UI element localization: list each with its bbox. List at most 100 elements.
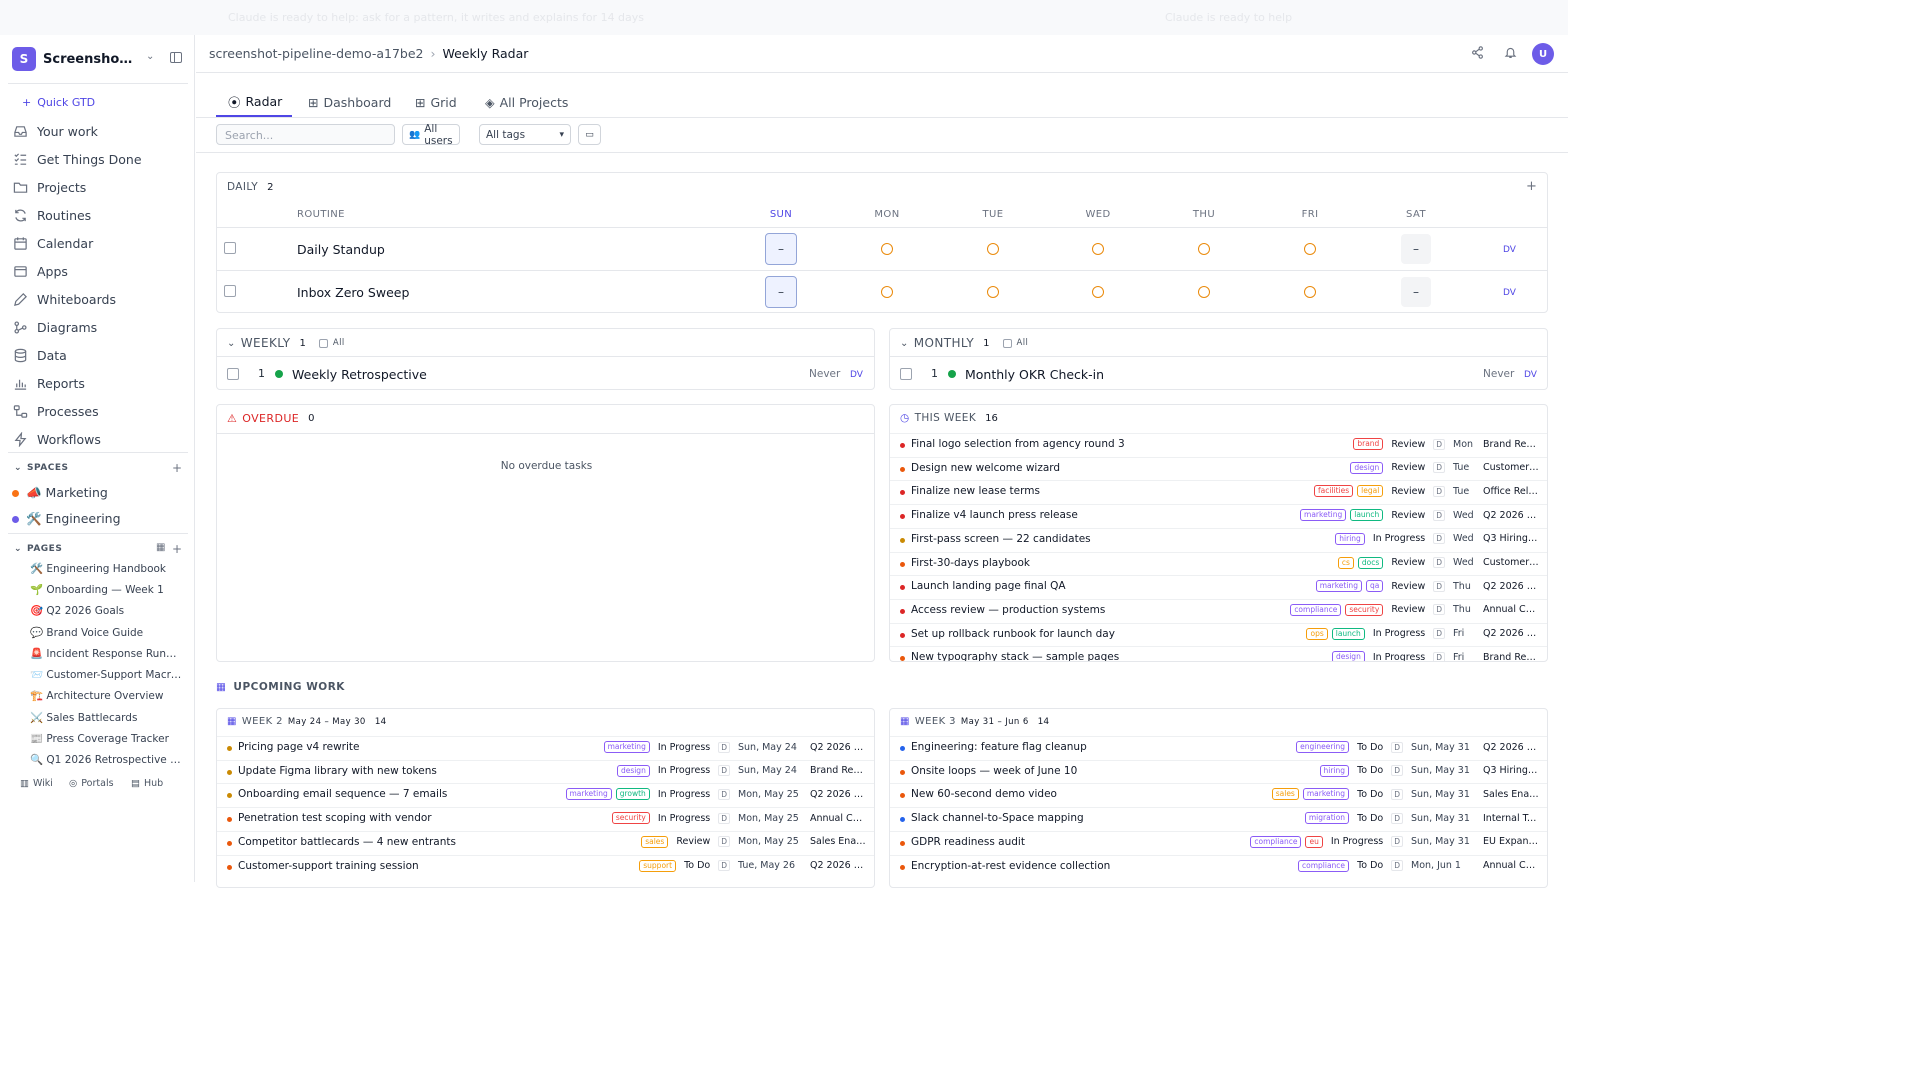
tag-badge[interactable]: qa <box>1365 580 1384 593</box>
day-cell-wed[interactable] <box>1092 286 1104 298</box>
nav-calendar[interactable]: Calendar <box>12 231 188 255</box>
status-label[interactable]: In Progress <box>658 813 710 824</box>
task-row[interactable]: Penetration test scoping with vendor secu… <box>217 807 874 831</box>
tag-badge[interactable]: legal <box>1357 485 1384 498</box>
status-label[interactable]: Review <box>676 836 710 847</box>
sidebar-toggle-icon[interactable] <box>170 52 182 63</box>
status-label[interactable]: To Do <box>1357 765 1383 776</box>
task-row[interactable]: Onsite loops — week of June 10 hiring To D… <box>890 759 1547 784</box>
task-title[interactable]: Launch landing page final QA <box>911 580 1066 592</box>
task-row[interactable]: Access review — production systems compli… <box>890 598 1547 623</box>
day-cell-fri[interactable] <box>1304 286 1316 298</box>
task-title[interactable]: Onsite loops — week of June 10 <box>911 765 1077 777</box>
day-cell-wed[interactable] <box>1092 243 1104 255</box>
tag-badge[interactable]: compliance <box>1298 859 1350 872</box>
avatar[interactable]: U <box>1532 43 1554 65</box>
task-title[interactable]: GDPR readiness audit <box>911 836 1025 848</box>
project-name[interactable]: Q3 Hiring ... <box>1483 533 1539 544</box>
tag-badge[interactable]: compliance <box>1250 835 1302 848</box>
day-cell-mon[interactable] <box>881 243 893 255</box>
routine-checkbox[interactable] <box>227 368 239 380</box>
task-row[interactable]: Update Figma library with new tokens desi… <box>217 759 874 784</box>
nav-projects[interactable]: Projects <box>12 175 188 199</box>
tab-all-projects[interactable]: ◈ All Projects <box>485 87 568 117</box>
task-title[interactable]: Design new welcome wizard <box>911 462 1060 474</box>
project-name[interactable]: Customer O... <box>1483 462 1539 473</box>
tag-badge[interactable]: ops <box>1306 627 1328 640</box>
tag-badge[interactable]: brand <box>1353 438 1384 450</box>
assignee-initial[interactable]: D <box>1433 533 1445 545</box>
task-row[interactable]: GDPR readiness audit compliance eu In Progr… <box>890 830 1547 855</box>
add-routine-button[interactable]: + <box>1526 179 1537 194</box>
assignee-initial[interactable]: D <box>1433 485 1445 497</box>
status-label[interactable]: In Progress <box>658 789 710 800</box>
day-cell-sun[interactable]: – <box>765 276 797 308</box>
tags-select[interactable]: All tags ▾ <box>479 124 571 145</box>
nav-whiteboards[interactable]: Whiteboards <box>12 287 188 311</box>
tag-badge[interactable]: compliance <box>1290 603 1342 616</box>
tag-badge[interactable]: security <box>1345 603 1384 616</box>
assignee-initial[interactable]: D <box>1433 651 1445 661</box>
day-cell-mon[interactable] <box>881 286 893 298</box>
tab-grid[interactable]: ⊞ Grid <box>415 87 457 117</box>
breadcrumb-project[interactable]: screenshot-pipeline-demo-a17be2 <box>209 46 423 61</box>
tag-badge[interactable]: eu <box>1305 835 1323 848</box>
task-row[interactable]: Pricing page v4 rewrite marketing In Progr… <box>217 736 874 760</box>
page-item[interactable]: 📰 Press Coverage Tracker <box>30 732 182 745</box>
nav-routines[interactable]: Routines <box>12 203 188 227</box>
task-title[interactable]: Penetration test scoping with vendor <box>238 812 432 824</box>
day-cell-sun[interactable]: – <box>765 233 797 265</box>
task-row[interactable]: Engineering: feature flag cleanup enginee… <box>890 736 1547 760</box>
project-name[interactable]: Office Reloc... <box>1483 486 1539 497</box>
share-icon[interactable] <box>1471 46 1484 63</box>
page-item[interactable]: 📨 Customer-Support Macros <box>30 668 182 681</box>
task-title[interactable]: Competitor battlecards — 4 new entrants <box>238 836 456 848</box>
routine-checkbox[interactable] <box>224 242 236 254</box>
assignee-initial[interactable]: D <box>1433 557 1445 568</box>
tag-badge[interactable]: security <box>611 812 650 825</box>
task-row[interactable]: First-30-days playbook cs docs Review D Wed Cu… <box>890 551 1547 576</box>
task-title[interactable]: First-30-days playbook <box>911 557 1030 569</box>
page-item[interactable]: 🎯 Q2 2026 Goals <box>30 604 182 617</box>
tag-badge[interactable]: launch <box>1331 627 1365 640</box>
project-name[interactable]: Brand Refre... <box>810 765 866 776</box>
routine-checkbox[interactable] <box>900 368 912 380</box>
space-marketing[interactable]: 📣 Marketing <box>12 485 108 501</box>
page-item[interactable]: 🏗️ Architecture Overview <box>30 689 182 702</box>
assignee-badge[interactable]: DV <box>1503 245 1516 255</box>
status-label[interactable]: In Progress <box>658 742 710 753</box>
assignee-initial[interactable]: D <box>1391 836 1403 848</box>
tag-badge[interactable]: hiring <box>1335 532 1365 545</box>
banner-link[interactable]: Claude is ready to help <box>1165 11 1292 24</box>
routine-name[interactable]: Inbox Zero Sweep <box>297 285 409 300</box>
tag-badge[interactable]: marketing <box>565 788 612 801</box>
task-row[interactable]: Finalize v4 launch press release marketin… <box>890 504 1547 528</box>
task-title[interactable]: Onboarding email sequence — 7 emails <box>238 788 447 800</box>
day-cell-fri[interactable] <box>1304 243 1316 255</box>
day-cell-thu[interactable] <box>1198 286 1210 298</box>
nav-apps[interactable]: Apps <box>12 259 188 283</box>
day-cell-tue[interactable] <box>987 243 999 255</box>
status-label[interactable]: Review <box>1391 581 1425 592</box>
assignee-initial[interactable]: D <box>718 765 730 777</box>
project-name[interactable]: Annual Co... <box>1483 604 1539 615</box>
tag-badge[interactable]: marketing <box>1302 788 1350 801</box>
tag-badge[interactable]: design <box>1350 461 1384 474</box>
assignee-badge[interactable]: DV <box>850 370 863 380</box>
page-item[interactable]: 💬 Brand Voice Guide <box>30 626 182 639</box>
status-label[interactable]: To Do <box>1357 860 1383 871</box>
add-page-button[interactable]: + <box>172 542 182 556</box>
weekly-header[interactable]: ⌄ WEEKLY 1 All <box>227 336 345 350</box>
page-templates-icon[interactable]: ▦ <box>156 542 165 553</box>
assignee-initial[interactable]: D <box>1433 462 1445 474</box>
project-name[interactable]: Q2 2026 Pr... <box>1483 581 1539 592</box>
day-cell-thu[interactable] <box>1198 243 1210 255</box>
task-title[interactable]: New typography stack — sample pages <box>911 651 1119 661</box>
status-label[interactable]: In Progress <box>1373 652 1425 661</box>
task-row[interactable]: Onboarding email sequence — 7 emails mark… <box>217 783 874 807</box>
pages-header[interactable]: ⌄ PAGES <box>14 544 62 554</box>
task-title[interactable]: Final logo selection from agency round 3 <box>911 438 1125 450</box>
tag-badge[interactable]: sales <box>1271 788 1299 801</box>
task-row[interactable]: Competitor battlecards — 4 new entrants s… <box>217 830 874 855</box>
status-label[interactable]: In Progress <box>1331 836 1383 847</box>
